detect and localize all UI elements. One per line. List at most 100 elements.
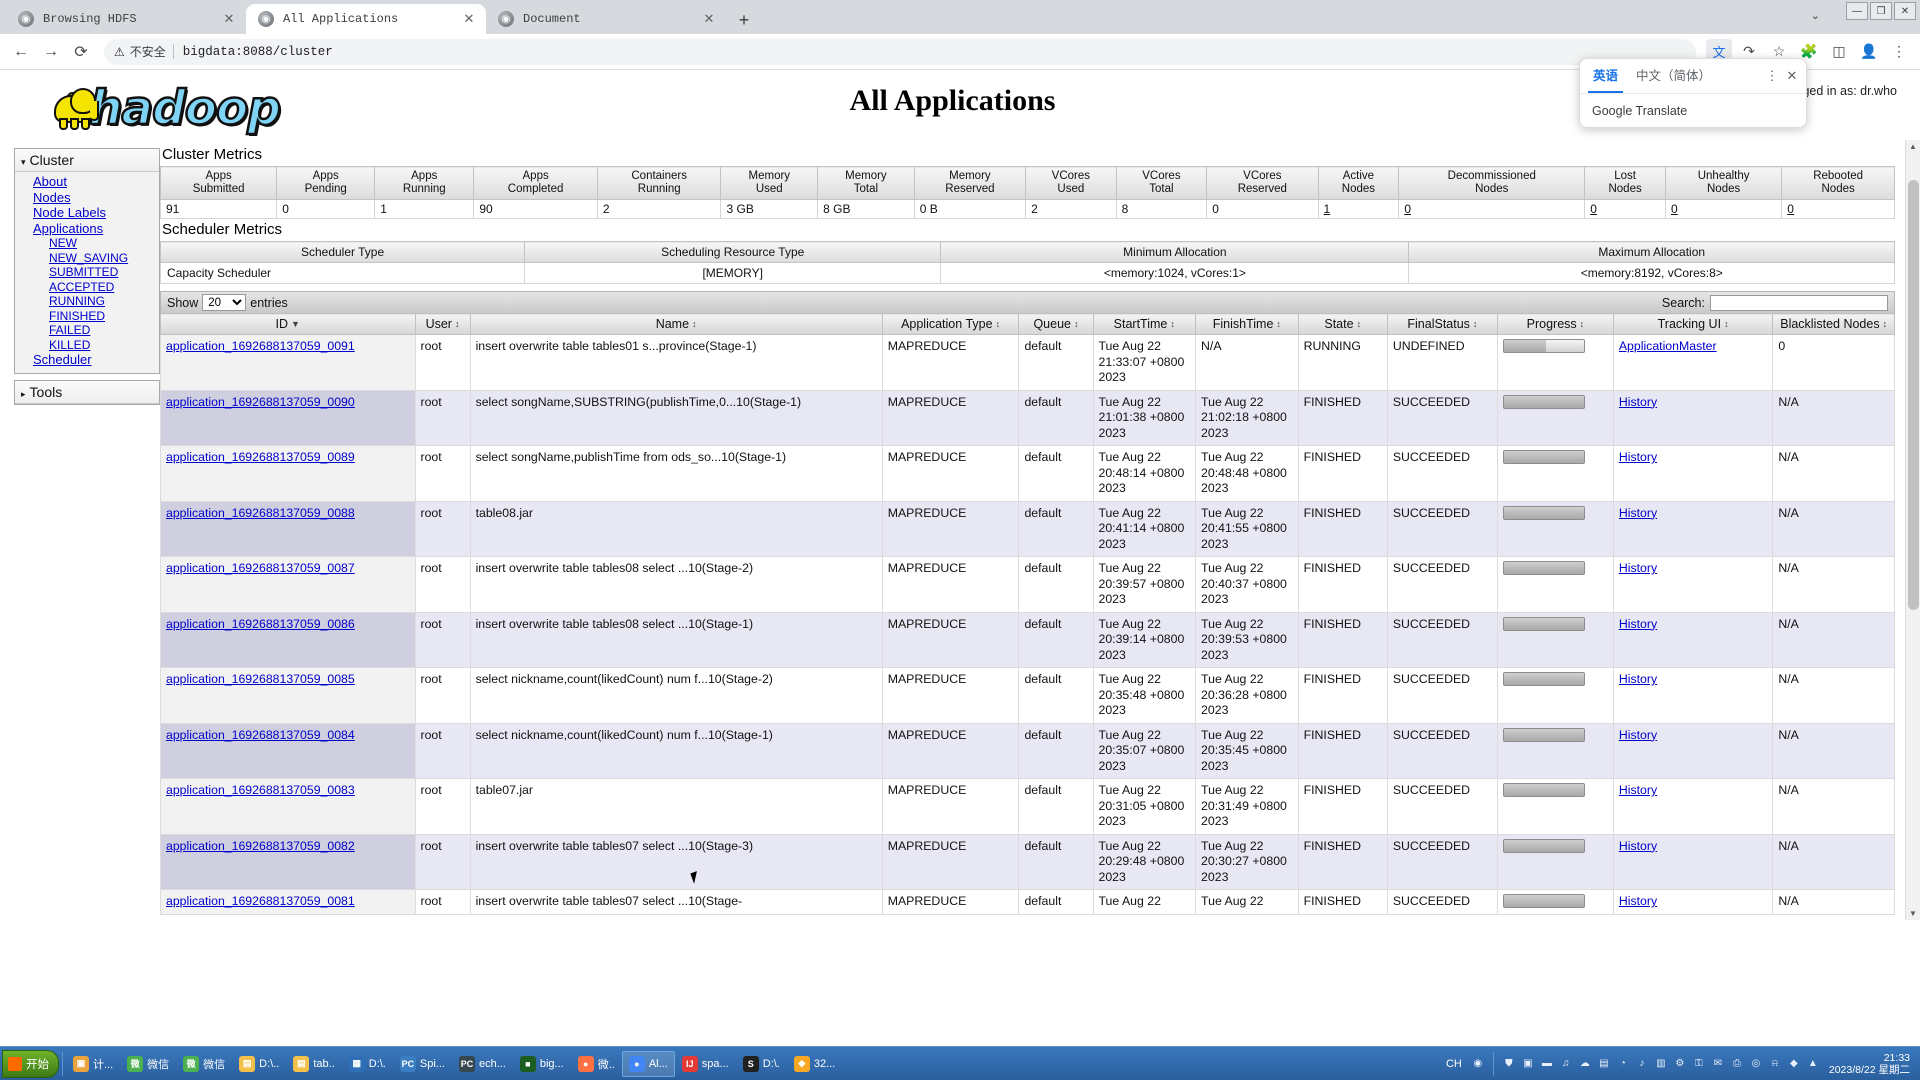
cell-id[interactable]: application_1692688137059_0083	[160, 778, 416, 835]
cell-id[interactable]: application_1692688137059_0088	[160, 501, 416, 557]
cell-tracking-ui[interactable]: History	[1612, 612, 1774, 668]
printer-icon[interactable]: ⎙	[1729, 1056, 1745, 1072]
translate-options-icon[interactable]: ⋮	[1762, 68, 1782, 84]
tracking-ui-link[interactable]: History	[1619, 728, 1657, 742]
taskbar-item[interactable]: 微微信	[176, 1051, 232, 1077]
tracking-ui-link[interactable]: ApplicationMaster	[1619, 339, 1717, 353]
tracking-ui-link[interactable]: History	[1619, 506, 1657, 520]
shield-icon[interactable]: ⛊	[1501, 1056, 1517, 1072]
sidebar-item-new[interactable]: NEW	[49, 236, 159, 251]
translate-tab-english[interactable]: 英语	[1584, 59, 1627, 93]
tracking-ui-link[interactable]: History	[1619, 450, 1657, 464]
cell-tracking-ui[interactable]: History	[1612, 667, 1774, 724]
metric-value-rebooted-nodes[interactable]: 0	[1781, 199, 1895, 219]
col-header-blacklisted-nodes[interactable]: Blacklisted Nodes ↕	[1772, 313, 1895, 335]
taskbar-item[interactable]: ● Al...	[621, 1050, 675, 1077]
col-header-tracking-ui[interactable]: Tracking UI ↕	[1612, 313, 1774, 335]
sidebar-item-killed[interactable]: KILLED	[49, 338, 159, 353]
back-icon[interactable]: ←	[8, 39, 34, 65]
search-input[interactable]	[1710, 294, 1888, 311]
mail-icon[interactable]: ✉	[1710, 1056, 1726, 1072]
application-id-link[interactable]: application_1692688137059_0088	[166, 506, 355, 520]
chrome-menu-icon[interactable]: ⋮	[1886, 39, 1912, 65]
network-icon[interactable]: ◔	[1615, 1056, 1631, 1072]
col-header-user[interactable]: User ↕	[414, 313, 471, 335]
metric-value-lost-nodes[interactable]: 0	[1584, 199, 1666, 219]
browser-tab-1[interactable]: ◉ All Applications ✕	[246, 4, 486, 34]
page-size-select[interactable]: 20 40 60 100	[202, 294, 247, 311]
sidebar-item-scheduler[interactable]: Scheduler	[33, 352, 159, 368]
chart-icon[interactable]: ▥	[1653, 1056, 1669, 1072]
scrollbar-thumb[interactable]	[1908, 180, 1919, 610]
monitor-icon[interactable]: ▣	[1520, 1056, 1536, 1072]
ime-indicator[interactable]: CH	[1442, 1058, 1466, 1070]
taskbar-item[interactable]: ● 微..	[571, 1051, 622, 1077]
browser-tab-2[interactable]: ◉ Document ✕	[486, 4, 726, 34]
cloud-icon[interactable]: ☁	[1577, 1056, 1593, 1072]
folder-icon[interactable]: ▤	[1596, 1056, 1612, 1072]
volume-icon[interactable]: ♪	[1634, 1056, 1650, 1072]
taskbar-item[interactable]: ▦ D:\.	[342, 1051, 393, 1077]
taskbar-item[interactable]: PC ech...	[452, 1051, 513, 1077]
battery-icon[interactable]: ▬	[1539, 1056, 1555, 1072]
cell-id[interactable]: application_1692688137059_0087	[160, 556, 416, 613]
tab-search-chevron-down-icon[interactable]: ⌄	[1811, 9, 1820, 22]
cell-tracking-ui[interactable]: History	[1612, 778, 1774, 835]
application-id-link[interactable]: application_1692688137059_0086	[166, 617, 355, 631]
col-header-state[interactable]: State ↕	[1297, 313, 1388, 335]
col-header-id[interactable]: ID ▼	[160, 313, 416, 335]
sidebar-item-nodes[interactable]: Nodes	[33, 190, 159, 206]
col-header-name[interactable]: Name ↕	[469, 313, 883, 335]
metric-value-active-nodes[interactable]: 1	[1317, 199, 1400, 219]
sidebar-tools-block[interactable]: ▸ Tools	[14, 379, 160, 405]
cell-id[interactable]: application_1692688137059_0091	[160, 334, 416, 391]
sidebar-item-new-saving[interactable]: NEW_SAVING	[49, 251, 159, 266]
arrow-up-icon[interactable]: ▲	[1805, 1056, 1821, 1072]
sidebar-item-applications[interactable]: Applications	[33, 221, 159, 237]
page-scrollbar[interactable]: ▲ ▼	[1905, 140, 1920, 920]
new-tab-button[interactable]: +	[730, 6, 758, 34]
application-id-link[interactable]: application_1692688137059_0089	[166, 450, 355, 464]
forward-icon[interactable]: →	[38, 39, 64, 65]
scroll-down-icon[interactable]: ▼	[1906, 909, 1920, 918]
cell-tracking-ui[interactable]: ApplicationMaster	[1612, 334, 1774, 391]
address-bar[interactable]: ⚠ 不安全 bigdata:8088/cluster	[104, 38, 1696, 65]
tab-close-icon[interactable]: ✕	[460, 11, 478, 27]
application-id-link[interactable]: application_1692688137059_0081	[166, 894, 355, 908]
cell-id[interactable]: application_1692688137059_0085	[160, 667, 416, 724]
cell-id[interactable]: application_1692688137059_0086	[160, 612, 416, 668]
tracking-ui-link[interactable]: History	[1619, 894, 1657, 908]
tracking-ui-link[interactable]: History	[1619, 672, 1657, 686]
application-id-link[interactable]: application_1692688137059_0083	[166, 783, 355, 797]
taskbar-item[interactable]: ▤ D:\..	[232, 1051, 286, 1077]
translate-tab-chinese[interactable]: 中文（简体）	[1627, 59, 1720, 93]
application-id-link[interactable]: application_1692688137059_0085	[166, 672, 355, 686]
cell-tracking-ui[interactable]: History	[1612, 390, 1774, 446]
sidebar-item-running[interactable]: RUNNING	[49, 294, 159, 309]
taskbar-item[interactable]: PC Spi...	[393, 1051, 452, 1077]
cell-id[interactable]: application_1692688137059_0081	[160, 889, 416, 915]
sidebar-item-submitted[interactable]: SUBMITTED	[49, 265, 159, 280]
taskbar-item[interactable]: ◆ 32...	[787, 1051, 842, 1077]
col-header-finishtime[interactable]: FinishTime ↕	[1195, 313, 1299, 335]
col-header-starttime[interactable]: StartTime ↕	[1092, 313, 1197, 335]
taskbar-item[interactable]: S D:\.	[736, 1051, 787, 1077]
tracking-ui-link[interactable]: History	[1619, 783, 1657, 797]
application-id-link[interactable]: application_1692688137059_0082	[166, 839, 355, 853]
application-id-link[interactable]: application_1692688137059_0090	[166, 395, 355, 409]
tracking-ui-link[interactable]: History	[1619, 839, 1657, 853]
col-header-queue[interactable]: Queue ↕	[1018, 313, 1094, 335]
cell-tracking-ui[interactable]: History	[1612, 834, 1774, 890]
cell-tracking-ui[interactable]: History	[1612, 501, 1774, 557]
music-icon[interactable]: ♫	[1558, 1056, 1574, 1072]
cell-id[interactable]: application_1692688137059_0090	[160, 390, 416, 446]
cell-tracking-ui[interactable]: History	[1612, 556, 1774, 613]
taskbar-item[interactable]: IJ spa...	[675, 1051, 736, 1077]
sogou-icon[interactable]: ◉	[1470, 1056, 1486, 1072]
sidebar-item-node-labels[interactable]: Node Labels	[33, 205, 159, 221]
col-header-finalstatus[interactable]: FinalStatus ↕	[1386, 313, 1498, 335]
application-id-link[interactable]: application_1692688137059_0091	[166, 339, 355, 353]
bell-icon[interactable]: ⍾	[1767, 1056, 1783, 1072]
translate-close-icon[interactable]: ✕	[1782, 68, 1802, 84]
application-id-link[interactable]: application_1692688137059_0087	[166, 561, 355, 575]
